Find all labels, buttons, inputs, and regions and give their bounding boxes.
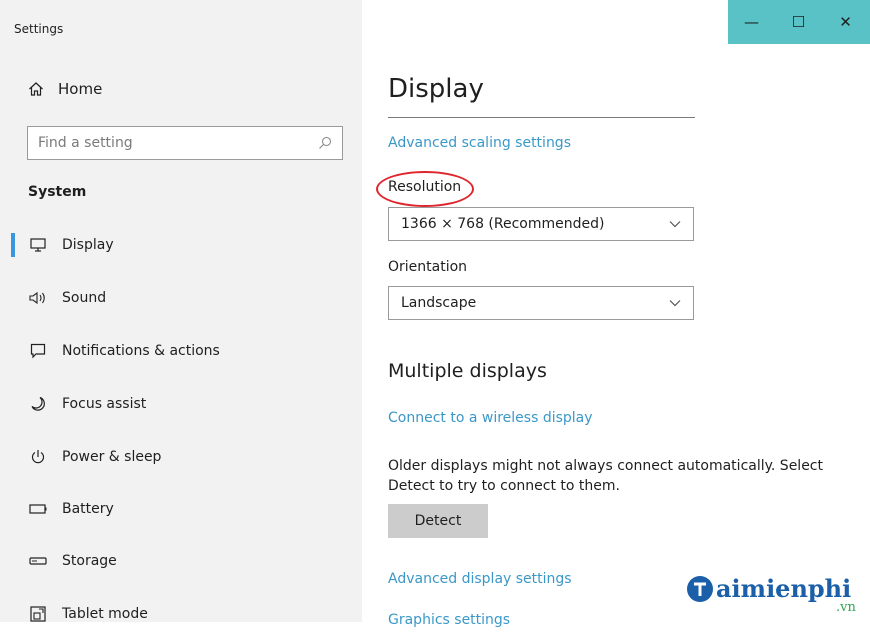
detect-description: Older displays might not always connect … bbox=[388, 458, 823, 494]
watermark-suffix: .vn bbox=[836, 600, 856, 615]
home-icon bbox=[29, 82, 43, 96]
storage-icon bbox=[26, 551, 50, 571]
sidebar-item-notifications[interactable]: Notifications & actions bbox=[0, 331, 362, 371]
window-title: Settings bbox=[14, 22, 64, 36]
detect-button[interactable]: Detect bbox=[388, 504, 488, 538]
wireless-display-link[interactable]: Connect to a wireless display bbox=[388, 410, 593, 426]
sidebar-item-label: Notifications & actions bbox=[62, 343, 220, 359]
logo-t-icon bbox=[687, 575, 713, 602]
watermark-logo: aimienphi .vn bbox=[686, 574, 856, 615]
graphics-settings-link[interactable]: Graphics settings bbox=[388, 612, 510, 628]
sidebar-item-label: Tablet mode bbox=[62, 606, 148, 622]
orientation-value: Landscape bbox=[401, 295, 477, 311]
title-underline bbox=[388, 117, 695, 118]
search-box[interactable] bbox=[27, 126, 343, 160]
home-label: Home bbox=[58, 80, 103, 98]
sidebar-item-power-sleep[interactable]: Power & sleep bbox=[0, 437, 362, 477]
advanced-scaling-link[interactable]: Advanced scaling settings bbox=[388, 135, 571, 151]
sidebar-item-label: Focus assist bbox=[62, 396, 147, 412]
page-title: Display bbox=[388, 74, 484, 104]
sidebar: Settings Home System Display Sound Notif… bbox=[0, 0, 362, 622]
notifications-icon bbox=[26, 341, 50, 361]
battery-icon bbox=[26, 499, 50, 519]
sidebar-item-label: Power & sleep bbox=[62, 449, 162, 465]
close-button[interactable]: ✕ bbox=[822, 0, 869, 44]
sound-icon bbox=[26, 288, 50, 308]
display-icon bbox=[26, 235, 50, 255]
sidebar-item-sound[interactable]: Sound bbox=[0, 278, 362, 318]
resolution-value: 1366 × 768 (Recommended) bbox=[401, 216, 605, 232]
sidebar-item-label: Display bbox=[62, 237, 114, 253]
maximize-button[interactable]: ☐ bbox=[775, 0, 822, 44]
orientation-label: Orientation bbox=[388, 259, 468, 275]
sidebar-item-tablet-mode[interactable]: Tablet mode bbox=[0, 594, 362, 634]
sidebar-item-storage[interactable]: Storage bbox=[0, 541, 362, 581]
home-nav-item[interactable]: Home bbox=[28, 80, 102, 98]
sidebar-item-label: Storage bbox=[62, 553, 117, 569]
focus-assist-icon bbox=[26, 394, 50, 414]
sidebar-item-display[interactable]: Display bbox=[0, 225, 362, 265]
search-input[interactable] bbox=[28, 135, 318, 151]
advanced-display-link[interactable]: Advanced display settings bbox=[388, 571, 572, 587]
watermark-brand: aimienphi bbox=[716, 574, 852, 603]
minimize-button[interactable]: — bbox=[728, 0, 775, 44]
chevron-down-icon bbox=[669, 221, 681, 228]
sidebar-item-label: Sound bbox=[62, 290, 107, 306]
sidebar-item-battery[interactable]: Battery bbox=[0, 489, 362, 529]
sidebar-item-label: Battery bbox=[62, 501, 114, 517]
title-bar-controls: — ☐ ✕ bbox=[728, 0, 870, 44]
multiple-displays-heading: Multiple displays bbox=[388, 360, 547, 382]
tablet-mode-icon bbox=[26, 604, 50, 624]
orientation-dropdown[interactable]: Landscape bbox=[388, 286, 694, 320]
search-icon[interactable] bbox=[318, 136, 332, 150]
resolution-dropdown[interactable]: 1366 × 768 (Recommended) bbox=[388, 207, 694, 241]
section-heading-system: System bbox=[28, 184, 87, 200]
highlight-circle bbox=[376, 171, 474, 207]
sidebar-item-focus-assist[interactable]: Focus assist bbox=[0, 384, 362, 424]
chevron-down-icon bbox=[669, 300, 681, 307]
power-icon bbox=[26, 447, 50, 467]
